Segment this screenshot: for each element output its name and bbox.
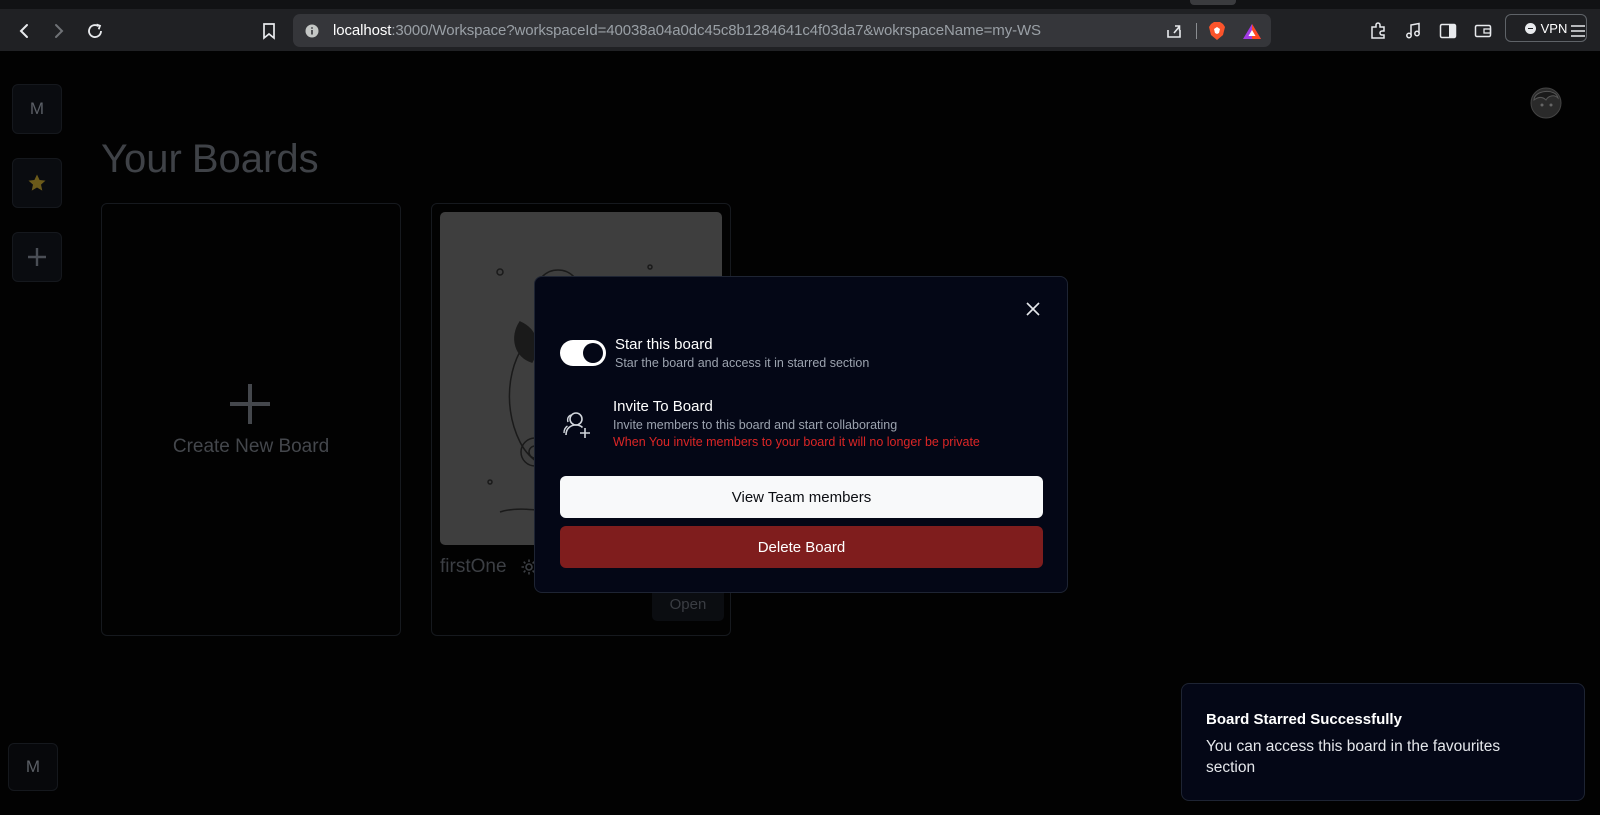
- user-initial: M: [25, 757, 41, 776]
- address-bar[interactable]: localhost:3000/Workspace?workspaceId=400…: [293, 14, 1271, 47]
- workspace-switcher[interactable]: M: [12, 84, 62, 134]
- page-title-word2: Boards: [191, 137, 319, 181]
- add-workspace-button[interactable]: [12, 232, 62, 282]
- toast-notification: Board Starred Successfully You can acces…: [1181, 683, 1585, 801]
- user-menu-button[interactable]: M: [8, 743, 58, 791]
- plus-icon: [28, 248, 46, 266]
- vpn-status-icon: [1524, 22, 1536, 34]
- back-icon[interactable]: [13, 20, 35, 42]
- app-root: M M Your Boards Create New Board firstOn…: [0, 51, 1600, 815]
- site-info-icon[interactable]: [305, 24, 319, 38]
- close-icon[interactable]: [1025, 301, 1041, 317]
- delete-board-button[interactable]: Delete Board: [560, 526, 1043, 568]
- user-avatar-icon[interactable]: [1526, 82, 1566, 122]
- url-text[interactable]: localhost:3000/Workspace?workspaceId=400…: [333, 22, 1041, 39]
- browser-toolbar: localhost:3000/Workspace?workspaceId=400…: [0, 0, 1600, 51]
- url-path: :3000/Workspace?workspaceId=40038a04a0dc…: [391, 22, 1041, 39]
- page-title-word1: Your: [101, 137, 182, 181]
- toast-message: You can access this board in the favouri…: [1206, 738, 1501, 776]
- add-board-icon: [230, 384, 270, 424]
- toolbar-separator: [1196, 23, 1197, 39]
- starred-boards-button[interactable]: [12, 158, 62, 208]
- board-options-modal: Star this board Star the board and acces…: [534, 276, 1068, 593]
- star-board-toggle[interactable]: [560, 340, 606, 366]
- wallet-icon[interactable]: [1472, 20, 1494, 42]
- reload-icon[interactable]: [84, 20, 106, 42]
- board-name: firstOne: [440, 556, 507, 577]
- page-title: Your Boards: [101, 137, 319, 182]
- vpn-label: VPN: [1540, 20, 1568, 36]
- workspace-initial: M: [29, 99, 45, 118]
- star-icon: [28, 174, 46, 191]
- brave-rewards-icon[interactable]: [1242, 23, 1262, 40]
- toggle-knob: [583, 343, 603, 363]
- star-board-subtitle: Star the board and access it in starred …: [615, 356, 870, 370]
- toast-title: Board Starred Successfully: [1206, 711, 1402, 728]
- create-board-label: Create New Board: [172, 436, 330, 457]
- menu-icon[interactable]: [1567, 20, 1589, 42]
- url-host: localhost: [333, 22, 392, 39]
- bookmark-icon[interactable]: [258, 20, 280, 42]
- share-icon[interactable]: [1165, 22, 1183, 40]
- forward-icon[interactable]: [48, 20, 70, 42]
- star-board-title: Star this board: [615, 336, 713, 353]
- create-board-card[interactable]: Create New Board: [101, 203, 401, 636]
- brave-shields-icon[interactable]: [1208, 21, 1226, 41]
- invite-board-title: Invite To Board: [613, 398, 713, 415]
- tab-indicator: [1190, 0, 1236, 5]
- view-team-members-button[interactable]: View Team members: [560, 476, 1043, 518]
- invite-board-subtitle: Invite members to this board and start c…: [613, 418, 898, 432]
- sidebar-toggle-icon[interactable]: [1437, 20, 1459, 42]
- invite-users-icon[interactable]: [563, 409, 591, 439]
- media-icon[interactable]: [1402, 20, 1424, 42]
- extensions-icon[interactable]: [1367, 20, 1389, 42]
- invite-board-warning: When You invite members to your board it…: [613, 435, 980, 449]
